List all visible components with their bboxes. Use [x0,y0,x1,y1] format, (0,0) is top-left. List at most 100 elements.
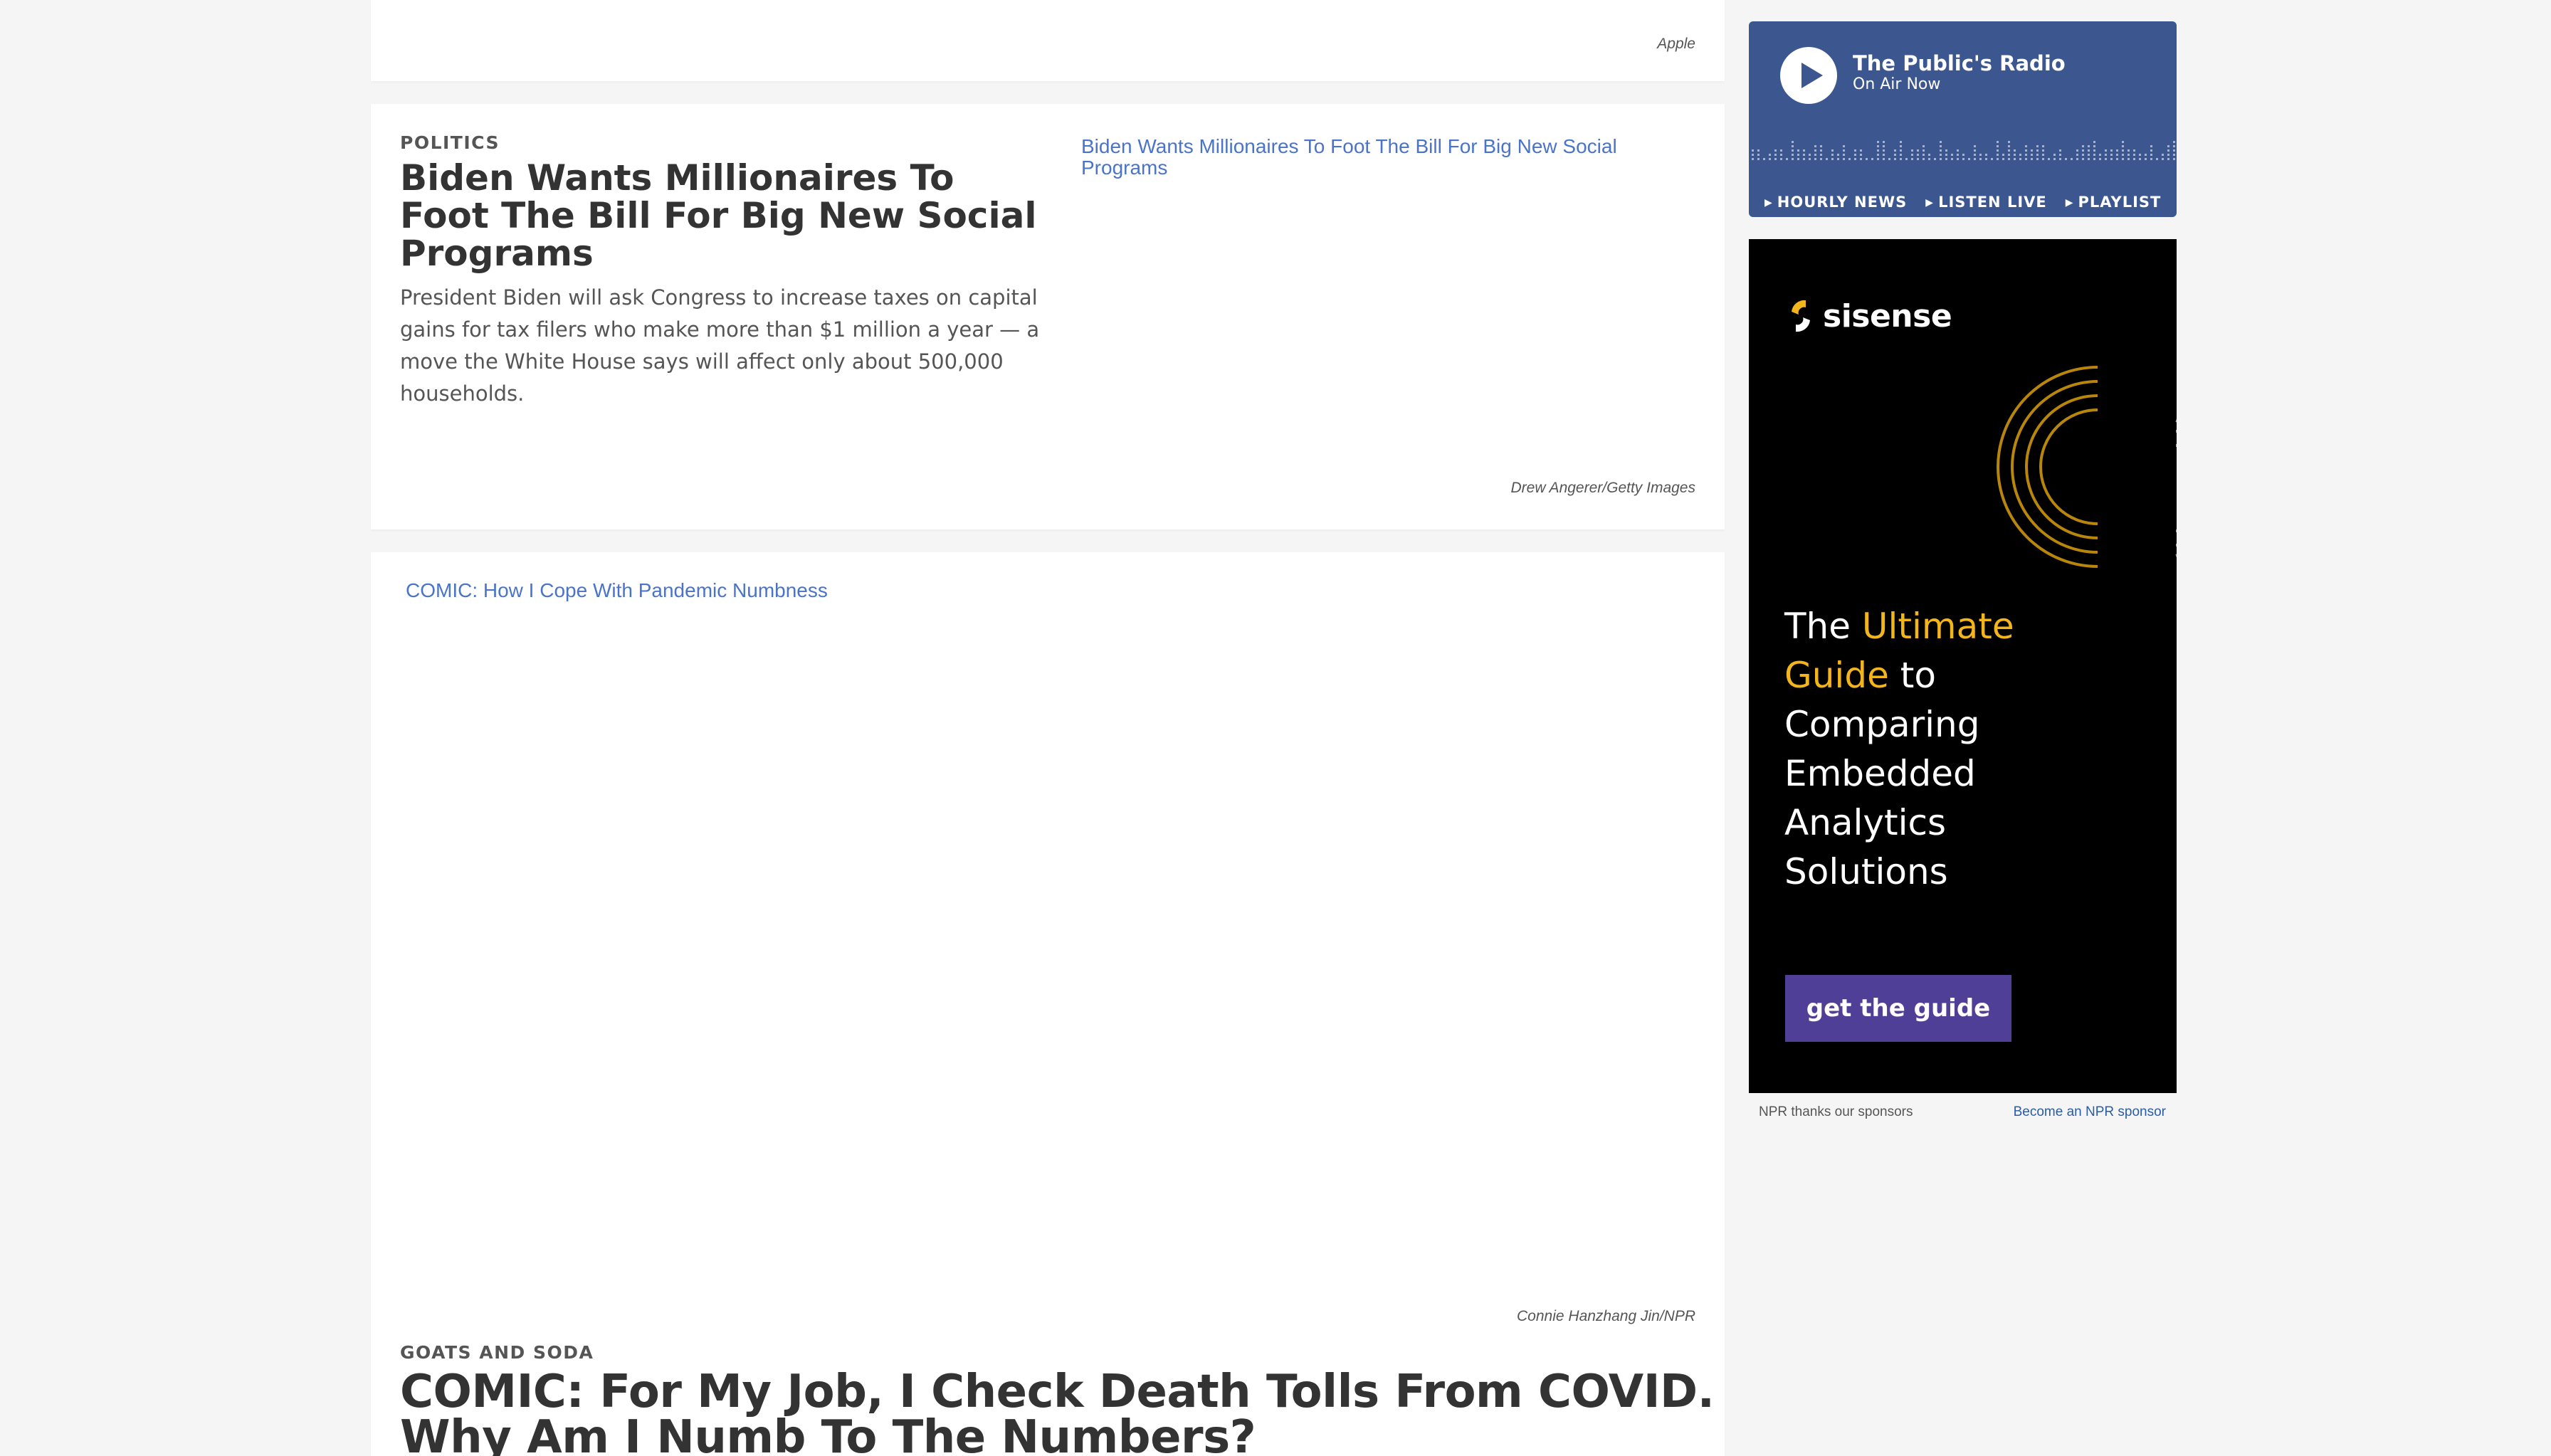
waveform-dot [2008,145,2010,147]
waveform-dot [1974,158,1976,160]
waveform-dot [1923,154,1925,156]
waveform-dot [1945,149,1947,152]
waveform-dot [2088,158,2090,160]
caret-right-icon: ▶ [2065,197,2074,209]
listen-live-link[interactable]: ▶ LISTEN LIVE [1925,194,2046,211]
waveform-dot [1877,158,1879,160]
story-headline[interactable]: Biden Wants Millionaires To Foot The Bil… [400,159,1041,273]
waveform-dot [1792,158,1794,160]
waveform-dot [1803,158,1805,160]
sisense-logo-icon [1792,300,1810,332]
waveform-dot [1769,158,1771,160]
waveform-dot [1940,154,1942,156]
playlist-link[interactable]: ▶ PLAYLIST [2066,194,2162,211]
play-button[interactable] [1780,47,1837,104]
waveform-dot [2025,145,2027,147]
waveform-dot [1968,158,1970,160]
waveform-dot [2093,154,2095,156]
waveform-dot [2139,154,2141,156]
caret-right-icon: ▶ [1925,197,1935,209]
waveform-dot [2133,154,2135,156]
waveform-dot [1951,158,1953,160]
waveform-dot [2008,154,2010,156]
waveform-dot [1792,149,1794,152]
waveform-dot [1894,158,1896,160]
waveform-dot [1854,158,1856,160]
station-name[interactable]: The Public's Radio [1853,51,2066,75]
waveform-dot [2082,145,2084,147]
waveform-dot [2110,158,2113,160]
waveform-dot [1945,154,1947,156]
waveform-dot [2008,141,2010,143]
waveform-dot [1797,158,1799,160]
waveform-dot [2025,149,2027,152]
waveform-dot [1974,149,1976,152]
waveform-dot [2099,154,2101,156]
waveform-dot [2127,158,2130,160]
waveform-dot [2031,149,2033,152]
get-the-guide-button[interactable]: get the guide [1785,975,2011,1042]
waveform-dot [1757,154,1760,156]
waveform-dot [1923,149,1925,152]
waveform-dot [1769,154,1771,156]
waveform-dot [1917,149,1919,152]
waveform-dot [2150,149,2152,152]
waveform-dot [2059,149,2061,152]
sponsor-ad[interactable]: sisense The Ultimate Guide to Comparing … [1749,239,2177,1093]
waveform-dot [1894,149,1896,152]
story-teaser[interactable]: President Biden will ask Congress to inc… [400,282,1041,410]
waveform-dot [2082,149,2084,152]
waveform-dot [1923,158,1925,160]
waveform-dot [2093,141,2095,143]
waveform-dot [2002,158,2004,160]
waveform-dot [1940,158,1942,160]
image-credit: Connie Hanzhang Jin/NPR [1517,1308,1695,1324]
waveform-dot [1854,149,1856,152]
waveform-dot [1883,141,1885,143]
waveform-dot [1979,154,1982,156]
waveform-dot [1997,145,1999,147]
waveform-dot [2110,149,2113,152]
radio-links: ▶ HOURLY NEWS ▶ LISTEN LIVE ▶ PLAYLIST [1764,194,2161,211]
waveform-dot [2173,149,2175,152]
waveform-dot [2099,158,2101,160]
waveform-dot [1928,154,1930,156]
waveform-dot [1917,154,1919,156]
story-slug[interactable]: GOATS AND SODA [400,1342,594,1363]
waveform-dot [2031,154,2033,156]
waveform-dot [1843,149,1845,152]
waveform-dot [1860,149,1862,152]
waveform-dot [1837,158,1839,160]
waveform-dot [2122,154,2124,156]
image-credit: Apple [1657,36,1695,52]
play-icon [1802,63,1823,88]
waveform-dot [1883,149,1885,152]
waveform-dot [1780,154,1782,156]
waveform-dot [1860,154,1862,156]
waveform-dot [2173,154,2175,156]
waveform-dot [1809,158,1811,160]
waveform-dot [1814,149,1816,152]
waveform-dot [2036,158,2039,160]
story-card-top: Apple [371,0,1725,81]
audio-waveform-graphic [1752,141,2175,160]
story-image[interactable]: Biden Wants Millionaires To Foot The Bil… [1081,136,1693,179]
waveform-dot [2088,154,2090,156]
waveform-dot [2133,149,2135,152]
waveform-dot [1911,158,1913,160]
waveform-dot [1923,145,1925,147]
waveform-dot [2173,141,2175,143]
sponsor-thanks-text: NPR thanks our sponsors [1759,1104,1913,1119]
waveform-dot [1757,149,1760,152]
story-headline[interactable]: COMIC: For My Job, I Check Death Tolls F… [400,1369,1724,1456]
waveform-dot [1883,158,1885,160]
story-card-goats-and-soda: COMIC: How I Cope With Pandemic Numbness… [371,552,1725,1456]
waveform-dot [2025,158,2027,160]
story-image[interactable]: COMIC: How I Cope With Pandemic Numbness [406,580,828,601]
waveform-dot [1877,141,1879,143]
hourly-news-link[interactable]: ▶ HOURLY NEWS [1764,194,1907,211]
waveform-dot [2082,158,2084,160]
become-sponsor-link[interactable]: Become an NPR sponsor [2014,1104,2166,1120]
waveform-dot [2059,158,2061,160]
story-slug[interactable]: POLITICS [400,132,500,153]
